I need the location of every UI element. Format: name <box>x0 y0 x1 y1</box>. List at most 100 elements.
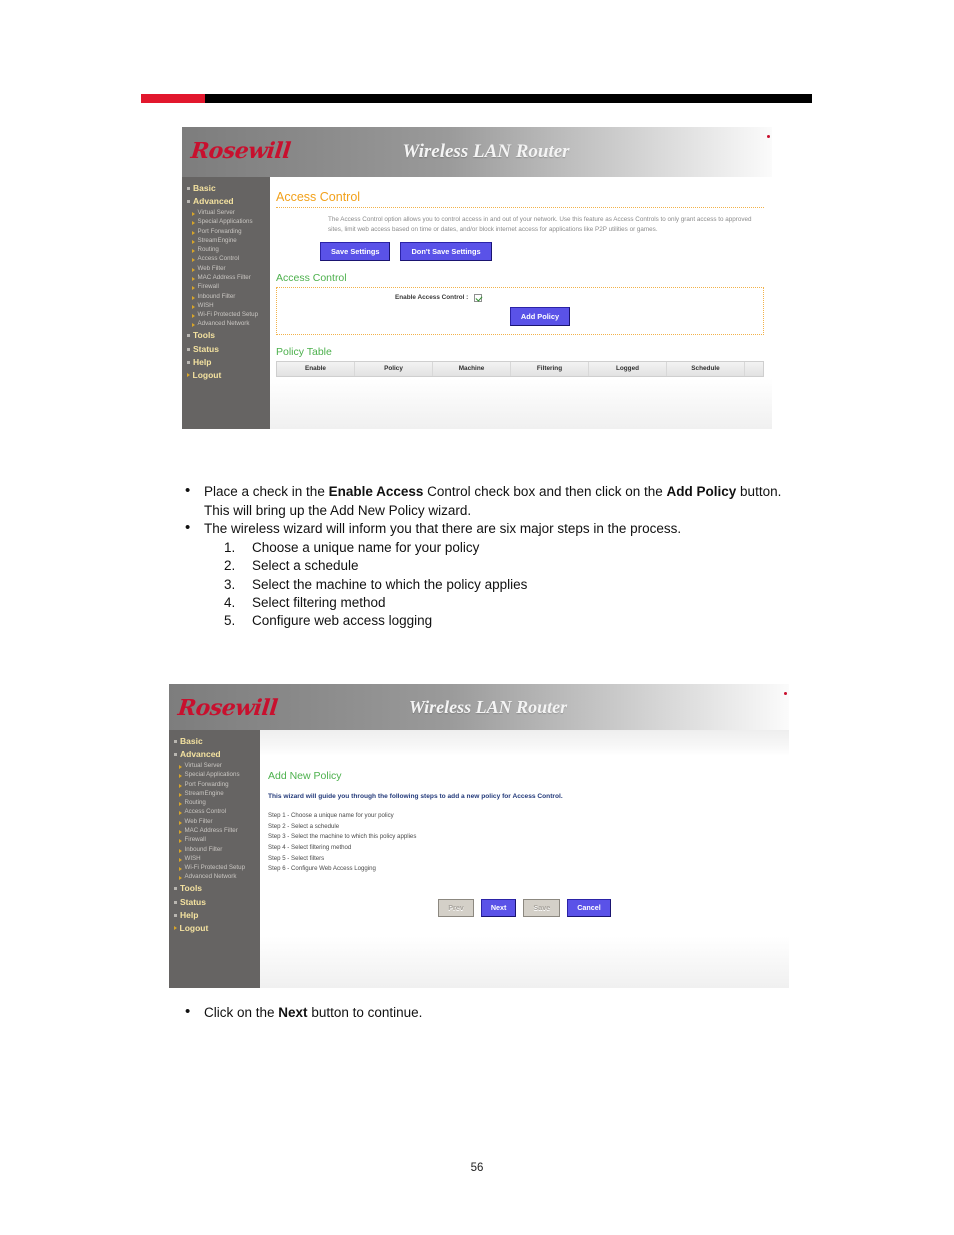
sidebar-item-basic[interactable]: Basic <box>169 735 260 748</box>
sidebar-item-advanced-network[interactable]: Advanced Network <box>169 873 260 882</box>
sidebar-item-tools[interactable]: Tools <box>169 882 260 895</box>
instruction-numbered-list: Choose a unique name for your policy Sel… <box>176 539 796 630</box>
wizard-title: Add New Policy <box>268 770 342 782</box>
sidebar-item-wish[interactable]: WISH <box>182 301 270 310</box>
sidebar-item-port-forwarding[interactable]: Port Forwarding <box>169 780 260 789</box>
sidebar-item-access-control[interactable]: Access Control <box>182 255 270 264</box>
header-rule <box>141 94 812 103</box>
triangle-bullet-icon <box>174 926 177 931</box>
triangle-bullet-icon <box>192 323 195 328</box>
sidebar-item-tools[interactable]: Tools <box>182 329 270 342</box>
triangle-bullet-icon <box>192 249 195 254</box>
sidebar-item-virtual-server[interactable]: Virtual Server <box>182 209 270 218</box>
sidebar-item-access-control[interactable]: Access Control <box>169 808 260 817</box>
sidebar-item-special-applications[interactable]: Special Applications <box>169 771 260 780</box>
sidebar-item-wifi-protected-setup[interactable]: Wi-Fi Protected Setup <box>182 311 270 320</box>
sidebar-item-special-applications[interactable]: Special Applications <box>182 218 270 227</box>
list-item: Select the machine to which the policy a… <box>224 576 528 594</box>
sidebar-item-mac-address-filter[interactable]: MAC Address Filter <box>182 274 270 283</box>
sidebar-item-wish[interactable]: WISH <box>169 854 260 863</box>
sidebar-item-virtual-server[interactable]: Virtual Server <box>169 762 260 771</box>
prev-button[interactable]: Prev <box>438 898 474 917</box>
router-body: Basic Advanced Virtual Server Special Ap… <box>169 730 789 988</box>
square-bullet-icon <box>187 200 190 204</box>
sidebar-subitem-label: Special Applications <box>197 218 253 226</box>
sidebar-item-routing[interactable]: Routing <box>182 246 270 255</box>
triangle-bullet-icon <box>192 267 195 272</box>
logo-trademark-dot <box>784 692 787 695</box>
sidebar-subitem-label: Special Applications <box>184 771 240 779</box>
sidebar-item-advanced[interactable]: Advanced <box>182 195 270 208</box>
sidebar-item-web-filter[interactable]: Web Filter <box>169 817 260 826</box>
column-header-schedule: Schedule <box>667 361 745 376</box>
sidebar-subitem-label: Firewall <box>197 283 219 291</box>
sidebar-item-label: Help <box>180 910 199 921</box>
column-header-actions <box>745 362 763 376</box>
sidebar-item-logout[interactable]: Logout <box>169 922 260 935</box>
sidebar-item-advanced-network[interactable]: Advanced Network <box>182 320 270 329</box>
sidebar-subitem-label: WISH <box>184 854 201 862</box>
triangle-bullet-icon <box>192 276 195 281</box>
sidebar-item-routing[interactable]: Routing <box>169 799 260 808</box>
policy-table-title: Policy Table <box>276 345 332 358</box>
sidebar-item-help[interactable]: Help <box>169 909 260 922</box>
sidebar-item-mac-address-filter[interactable]: MAC Address Filter <box>169 827 260 836</box>
sidebar-item-streamengine[interactable]: StreamEngine <box>182 236 270 245</box>
router-screenshot-add-new-policy: Rosewill Wireless LAN Router Basic Advan… <box>169 684 789 988</box>
sidebar-subitem-label: Virtual Server <box>197 208 235 216</box>
sidebar-item-status[interactable]: Status <box>182 343 270 356</box>
sidebar-subitem-label: Port Forwarding <box>197 227 242 235</box>
sidebar-item-web-filter[interactable]: Web Filter <box>182 264 270 273</box>
sidebar-item-inbound-filter[interactable]: Inbound Filter <box>182 292 270 301</box>
sidebar-item-label: Status <box>180 896 206 907</box>
sidebar-item-firewall[interactable]: Firewall <box>169 836 260 845</box>
triangle-bullet-icon <box>192 211 195 216</box>
triangle-bullet-icon <box>179 839 182 844</box>
enable-access-control-row: Enable Access Control : <box>277 293 763 302</box>
sidebar-item-label: Help <box>193 357 212 368</box>
sidebar-item-status[interactable]: Status <box>169 896 260 909</box>
sidebar-item-logout[interactable]: Logout <box>182 369 270 382</box>
sidebar-subitem-label: Access Control <box>184 808 227 816</box>
sidebar-item-label: Advanced <box>180 749 221 760</box>
header-rule-red-accent <box>141 94 205 103</box>
sidebar-subitem-label: StreamEngine <box>184 789 224 797</box>
sidebar-item-basic[interactable]: Basic <box>182 182 270 195</box>
sidebar-item-port-forwarding[interactable]: Port Forwarding <box>182 227 270 236</box>
sidebar-item-inbound-filter[interactable]: Inbound Filter <box>169 845 260 854</box>
content-top-band <box>260 730 789 756</box>
sidebar-item-label: Logout <box>179 923 209 934</box>
save-settings-button[interactable]: Save Settings <box>320 241 391 261</box>
instructions-block-1: Place a check in the Enable Access Contr… <box>176 482 796 630</box>
wizard-step-6: Step 6 - Configure Web Access Logging <box>268 865 376 873</box>
add-policy-button[interactable]: Add Policy <box>509 306 571 326</box>
save-button[interactable]: Save <box>523 898 561 917</box>
triangle-bullet-icon <box>179 792 182 797</box>
cancel-button[interactable]: Cancel <box>567 898 611 917</box>
triangle-bullet-icon <box>192 239 195 244</box>
add-policy-row: Add Policy <box>277 302 763 326</box>
sidebar-item-firewall[interactable]: Firewall <box>182 283 270 292</box>
dont-save-settings-button[interactable]: Don't Save Settings <box>400 241 492 261</box>
triangle-bullet-icon <box>192 258 195 263</box>
sidebar-item-help[interactable]: Help <box>182 356 270 369</box>
triangle-bullet-icon <box>192 286 195 291</box>
sidebar-subitem-label: WISH <box>197 301 214 309</box>
sidebar-subitem-label: Inbound Filter <box>184 845 223 853</box>
sidebar-item-wifi-protected-setup[interactable]: Wi-Fi Protected Setup <box>169 864 260 873</box>
next-button[interactable]: Next <box>480 898 517 917</box>
router-header: Rosewill Wireless LAN Router <box>182 127 772 177</box>
square-bullet-icon <box>174 914 177 918</box>
wizard-step-3: Step 3 - Select the machine to which thi… <box>268 833 417 841</box>
enable-access-control-checkbox[interactable] <box>474 293 483 302</box>
sidebar-nav-1: Basic Advanced Virtual Server Special Ap… <box>182 177 270 429</box>
wizard-step-2: Step 2 - Select a schedule <box>268 822 340 830</box>
column-header-machine: Machine <box>433 361 511 376</box>
sidebar-subitem-label: Wi-Fi Protected Setup <box>184 864 246 872</box>
sidebar-item-streamengine[interactable]: StreamEngine <box>169 789 260 798</box>
access-control-subsection-title: Access Control <box>276 271 347 284</box>
square-bullet-icon <box>187 347 190 351</box>
sidebar-item-advanced[interactable]: Advanced <box>169 748 260 761</box>
column-header-enable: Enable <box>277 361 355 376</box>
sidebar-subitem-label: Web Filter <box>184 817 213 825</box>
